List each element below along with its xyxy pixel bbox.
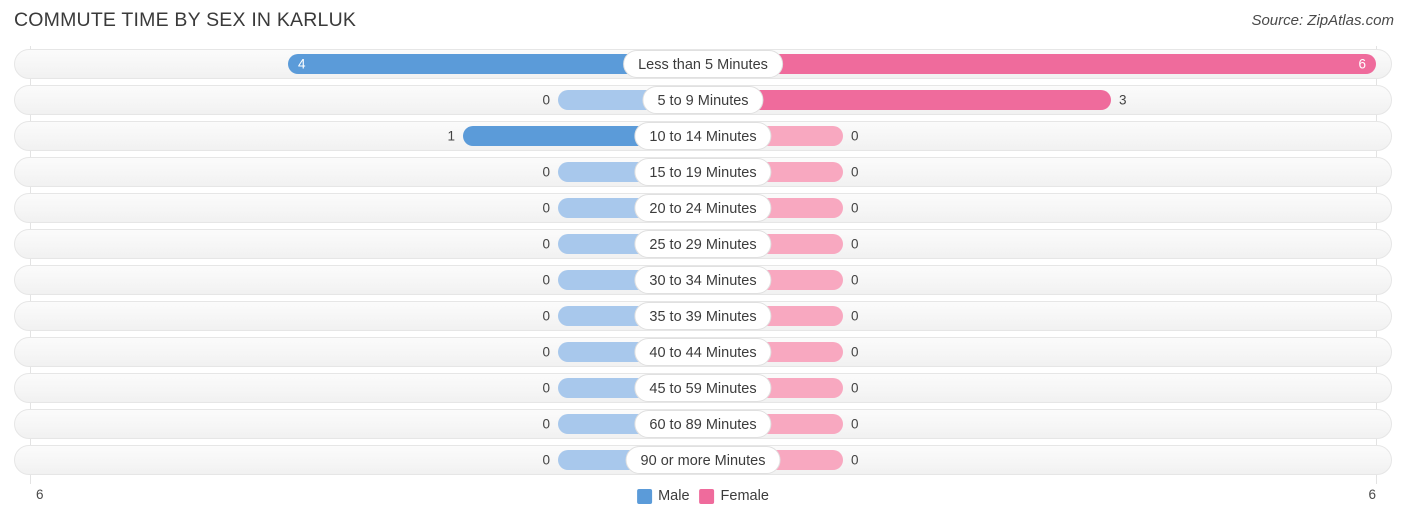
bar-row: 0 0 45 to 59 Minutes <box>0 370 1406 406</box>
bar-row: 1 0 10 to 14 Minutes <box>0 118 1406 154</box>
bar-value-female: 0 <box>851 128 859 144</box>
bar-row: 0 0 20 to 24 Minutes <box>0 190 1406 226</box>
bar-female[interactable]: 6 <box>703 54 1376 74</box>
bar-value-male: 0 <box>542 416 550 432</box>
chart-legend: Male Female <box>637 488 769 504</box>
category-label: 30 to 34 Minutes <box>634 266 772 294</box>
bar-row: 0 0 35 to 39 Minutes <box>0 298 1406 334</box>
bar-value-male: 4 <box>298 56 306 72</box>
bar-value-female: 0 <box>851 416 859 432</box>
legend-label-male: Male <box>658 488 690 504</box>
legend-swatch-female-icon <box>699 488 715 504</box>
category-label: 25 to 29 Minutes <box>634 230 772 258</box>
category-label: Less than 5 Minutes <box>623 50 783 78</box>
category-label: 10 to 14 Minutes <box>634 122 772 150</box>
page-title: COMMUTE TIME BY SEX IN KARLUK <box>14 9 357 31</box>
legend-label-female: Female <box>720 488 769 504</box>
category-label: 60 to 89 Minutes <box>634 410 772 438</box>
bar-row: 0 3 5 to 9 Minutes <box>0 82 1406 118</box>
category-label: 35 to 39 Minutes <box>634 302 772 330</box>
bar-value-male: 0 <box>542 200 550 216</box>
bar-row: 0 0 60 to 89 Minutes <box>0 406 1406 442</box>
bar-value-female: 3 <box>1119 92 1127 108</box>
bar-value-female: 6 <box>1358 56 1366 72</box>
category-label: 40 to 44 Minutes <box>634 338 772 366</box>
category-label: 5 to 9 Minutes <box>642 86 764 114</box>
bar-row: 0 0 90 or more Minutes <box>0 442 1406 478</box>
bar-value-female: 0 <box>851 236 859 252</box>
axis-tick-left: 6 <box>36 487 44 502</box>
bar-rows: 4 6 Less than 5 Minutes 0 3 5 to 9 Minutes 1 0 1… <box>0 46 1406 478</box>
bar-value-female: 0 <box>851 380 859 396</box>
bar-value-male: 0 <box>542 92 550 108</box>
bar-female[interactable] <box>703 90 1111 110</box>
bar-row: 4 6 Less than 5 Minutes <box>0 46 1406 82</box>
chart-header: COMMUTE TIME BY SEX IN KARLUK Source: Zi… <box>0 0 1406 44</box>
legend-item-female[interactable]: Female <box>699 488 769 504</box>
bar-value-male: 1 <box>447 128 455 144</box>
bar-value-male: 0 <box>542 272 550 288</box>
bar-row: 0 0 30 to 34 Minutes <box>0 262 1406 298</box>
category-label: 15 to 19 Minutes <box>634 158 772 186</box>
legend-swatch-male-icon <box>637 488 653 504</box>
bar-value-female: 0 <box>851 272 859 288</box>
bar-value-male: 0 <box>542 236 550 252</box>
source-attribution: Source: ZipAtlas.com <box>1251 12 1394 29</box>
bar-value-female: 0 <box>851 200 859 216</box>
category-label: 45 to 59 Minutes <box>634 374 772 402</box>
bar-value-female: 0 <box>851 452 859 468</box>
category-label: 90 or more Minutes <box>625 446 781 474</box>
bar-value-male: 0 <box>542 308 550 324</box>
bar-value-male: 0 <box>542 344 550 360</box>
bar-value-female: 0 <box>851 344 859 360</box>
bar-value-female: 0 <box>851 308 859 324</box>
bar-value-male: 0 <box>542 452 550 468</box>
bar-row: 0 0 40 to 44 Minutes <box>0 334 1406 370</box>
chart-footer: 6 6 Male Female <box>0 484 1406 522</box>
bar-value-female: 0 <box>851 164 859 180</box>
bar-value-male: 0 <box>542 164 550 180</box>
bar-value-male: 0 <box>542 380 550 396</box>
chart-plot-area: 4 6 Less than 5 Minutes 0 3 5 to 9 Minutes 1 0 1… <box>0 46 1406 484</box>
legend-item-male[interactable]: Male <box>637 488 690 504</box>
bar-row: 0 0 15 to 19 Minutes <box>0 154 1406 190</box>
axis-tick-right: 6 <box>1368 487 1376 502</box>
bar-row: 0 0 25 to 29 Minutes <box>0 226 1406 262</box>
category-label: 20 to 24 Minutes <box>634 194 772 222</box>
